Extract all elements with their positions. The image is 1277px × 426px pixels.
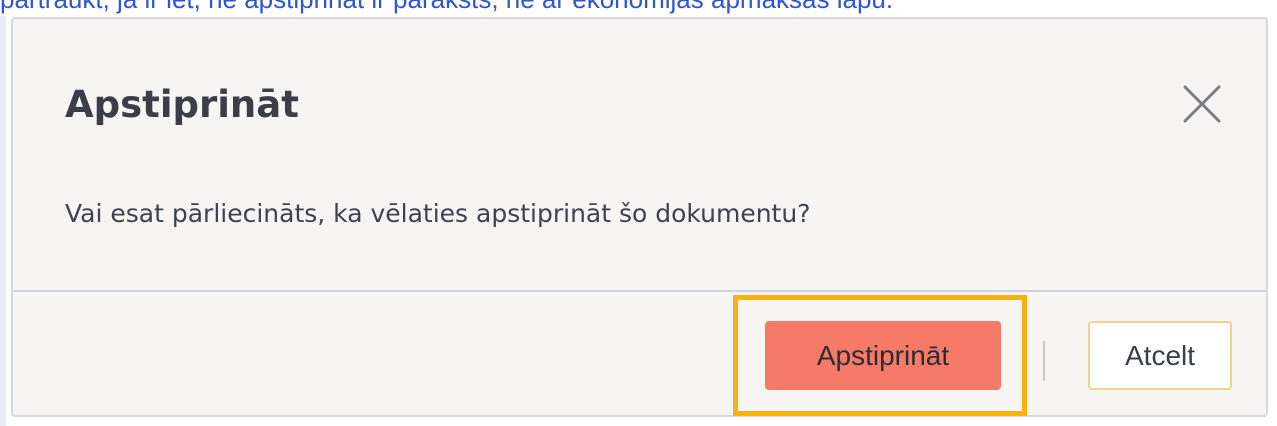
button-separator (1043, 341, 1045, 381)
background-page-edge (0, 16, 6, 426)
background-link-text: pārtraukt, ja ir iet, ne apstiprināt ir … (0, 0, 893, 14)
confirm-button[interactable]: Apstiprināt (765, 321, 1001, 390)
background-page-text: pārtraukt, ja ir iet, ne apstiprināt ir … (0, 0, 1277, 16)
dialog-title: Apstiprināt (65, 83, 299, 126)
dialog-footer-divider (13, 290, 1266, 292)
close-icon (1183, 85, 1221, 123)
dialog-message: Vai esat pārliecināts, ka vēlaties apsti… (65, 199, 811, 228)
close-button[interactable] (1171, 73, 1233, 135)
cancel-button[interactable]: Atcelt (1088, 321, 1232, 390)
confirm-dialog: Apstiprināt Vai esat pārliecināts, ka vē… (11, 17, 1268, 417)
